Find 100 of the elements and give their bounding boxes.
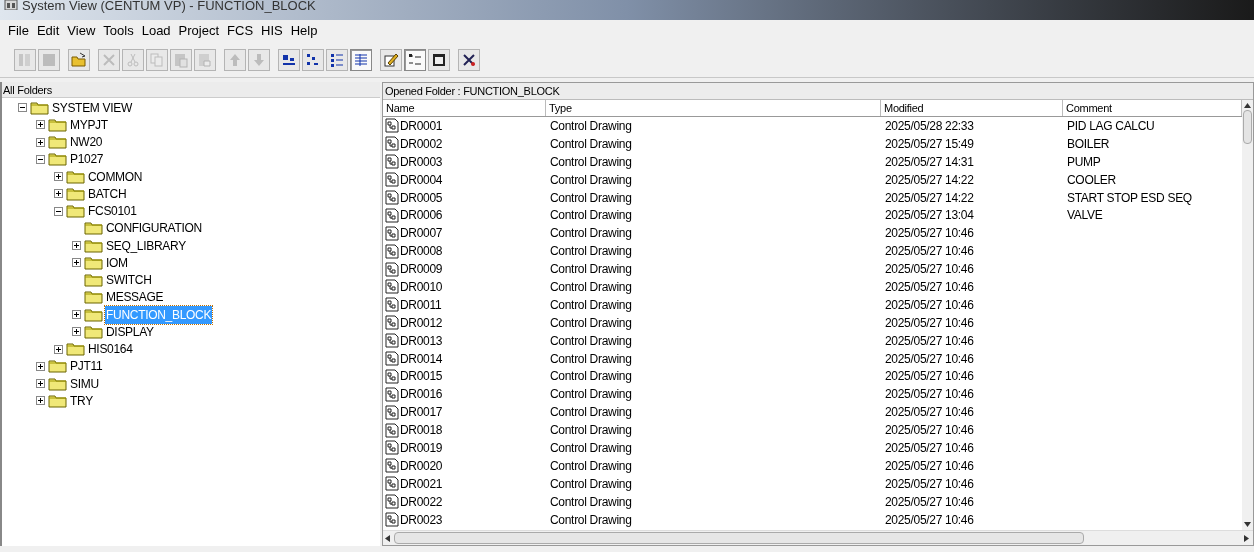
tree-item[interactable]: PJT11 [69,357,104,376]
toolbar-button[interactable] [326,48,348,71]
table-cell-text: 2025/05/27 10:46 [885,243,974,261]
table-cell-text: Control Drawing [550,440,632,457]
file-name[interactable]: DR0014 [400,349,443,368]
scroll-left-icon[interactable] [385,534,390,542]
file-name[interactable]: DR0010 [400,277,443,296]
table-cell-text: 2025/05/27 10:46 [885,261,974,279]
tree-item[interactable]: P1027 [69,150,105,169]
window-title: System View (CENTUM VP) - FUNCTION_BLOCK [22,0,316,11]
expand-icon[interactable] [54,189,63,199]
file-name[interactable]: DR0001 [400,117,443,135]
scroll-down-icon[interactable] [1244,522,1251,527]
file-name[interactable]: DR0022 [400,492,443,511]
scroll-thumb[interactable] [394,532,1084,544]
file-name[interactable]: DR0015 [400,367,443,386]
table-cell-text: Control Drawing [550,296,632,314]
file-name[interactable]: DR0023 [400,510,443,529]
document-icon [385,476,399,492]
tree-item[interactable]: SEQ_LIBRARY [105,236,187,255]
file-name[interactable]: DR0002 [400,134,443,153]
tree-item[interactable]: MYPJT [69,115,109,134]
file-name[interactable]: DR0006 [400,206,443,225]
tree-item[interactable]: NW20 [69,133,104,152]
file-name[interactable]: DR0005 [400,188,443,207]
tree-item[interactable]: DISPLAY [105,322,155,341]
tree-item[interactable]: SYSTEM VIEW [51,98,134,117]
tree-item[interactable]: MESSAGE [105,288,165,307]
column-header[interactable]: Name [383,100,546,116]
scroll-right-icon[interactable] [1244,534,1249,542]
table-cell-text: 2025/05/27 10:46 [885,225,974,243]
table-cell-text: PUMP [1067,153,1101,171]
tree-item[interactable]: SIMU [69,374,100,393]
column-header[interactable]: Modified [881,100,1063,116]
file-name[interactable]: DR0017 [400,403,443,422]
menu-item[interactable]: File [4,21,33,41]
file-name[interactable]: DR0007 [400,224,443,243]
file-name[interactable]: DR0008 [400,242,443,261]
file-name[interactable]: DR0012 [400,313,443,332]
scroll-up-icon[interactable] [1244,103,1251,108]
tree-item[interactable]: TRY [69,391,94,410]
tree-item[interactable]: CONFIGURATION [105,219,203,238]
folder-icon [84,290,103,305]
table-cell-text: Control Drawing [550,153,632,171]
collapse-icon[interactable] [18,103,27,113]
tree-item[interactable]: FCS0101 [87,202,138,221]
file-name[interactable]: DR0004 [400,170,443,189]
file-name[interactable]: DR0013 [400,331,443,350]
expand-icon[interactable] [54,172,63,182]
table-cell: 2025/05/28 22:33 [885,117,974,135]
file-name[interactable]: DR0011 [400,295,442,314]
scroll-thumb[interactable] [1243,110,1252,144]
column-header[interactable]: Type [546,100,881,116]
file-name[interactable]: DR0021 [400,474,443,493]
tree-item[interactable]: IOM [105,253,129,272]
folder-icon [66,342,85,357]
file-name[interactable]: DR0016 [400,385,443,404]
menu-item[interactable]: Edit [32,21,64,41]
collapse-icon[interactable] [36,154,45,164]
expand-icon[interactable] [72,258,81,268]
table-cell-text: Control Drawing [550,189,632,207]
menu-item[interactable]: HIS [257,21,287,41]
expand-icon[interactable] [72,327,81,337]
vertical-scrollbar[interactable] [1242,100,1253,530]
expand-icon[interactable] [36,120,45,130]
toolbar-button[interactable] [302,48,324,71]
tree-item[interactable]: COMMON [87,167,144,186]
expand-icon[interactable] [54,344,63,354]
horizontal-scrollbar[interactable] [383,530,1253,545]
expand-icon[interactable] [36,361,45,371]
tree-item[interactable]: BATCH [87,184,128,203]
table-cell-text: Control Drawing [550,511,632,529]
file-name[interactable]: DR0009 [400,260,443,279]
collapse-icon[interactable] [54,206,63,216]
table-cell-text: Control Drawing [550,332,632,350]
menu-item[interactable]: Tools [99,21,138,41]
menu-item[interactable]: View [63,21,100,41]
expand-icon[interactable] [72,310,81,320]
expand-icon[interactable] [36,137,45,147]
menu-item[interactable]: Project [174,21,224,41]
tree-item[interactable]: SWITCH [105,271,153,290]
table-cell-text: BOILER [1067,135,1110,153]
file-name[interactable]: DR0018 [400,421,443,440]
menu-item[interactable]: Load [137,21,175,41]
expand-icon[interactable] [72,241,81,251]
table-cell-text: Control Drawing [550,368,632,386]
column-header[interactable]: Comment [1063,100,1242,116]
menu-item[interactable]: Help [286,21,322,41]
tree-item[interactable]: HIS0164 [87,340,134,359]
panel-header: Opened Folder : FUNCTION_BLOCK [383,83,1253,100]
expand-icon[interactable] [36,379,45,389]
menu-item[interactable]: FCS [223,21,258,41]
file-name[interactable]: DR0020 [400,456,443,475]
expand-icon[interactable] [36,396,45,406]
table-cell-text: Control Drawing [550,171,632,189]
toolbar-button[interactable] [278,48,300,71]
folder-icon [66,186,85,201]
toolbar-button[interactable] [380,48,402,71]
file-name[interactable]: DR0019 [400,439,443,457]
file-name[interactable]: DR0003 [400,152,443,171]
